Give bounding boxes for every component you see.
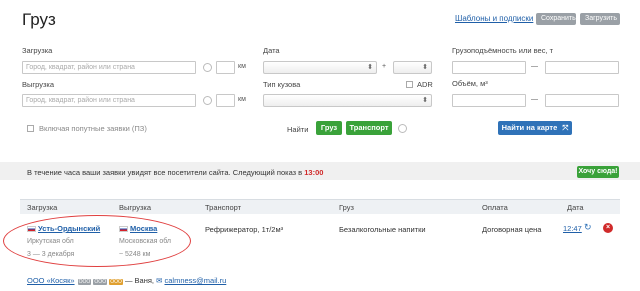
volume-dash: — [531,96,538,103]
volume-min-input[interactable] [452,94,526,107]
templates-link[interactable]: Шаблоны и подписки [455,14,533,23]
col-transport[interactable]: Транспорт [205,203,241,212]
reset-icon[interactable] [398,124,407,133]
date-label: Дата [263,46,280,55]
unloading-unit: км [238,96,246,103]
mail-icon: ✉ [156,276,163,285]
capacity-min-input[interactable] [452,61,526,74]
capacity-max-input[interactable] [545,61,619,74]
date-range-select[interactable] [393,61,432,74]
badge: ООО [93,279,108,285]
banner-time: 13:00 [304,168,324,177]
banner-text: В течение часа ваши заявки увидят все по… [27,168,303,177]
company-link[interactable]: ООО «Косяк» [27,276,75,285]
email-link[interactable]: calmness@mail.ru [164,276,226,285]
date-select[interactable] [263,61,377,74]
russia-flag-icon [119,226,128,233]
clock-icon [203,96,212,105]
cargo-cell: Безалкогольные напитки [339,225,426,234]
find-label: Найти [287,125,309,134]
include-partial-checkbox[interactable] [27,125,34,132]
payment-cell: Договорная цена [482,225,542,234]
capacity-label: Грузоподъёмность или вес, т [452,46,554,55]
distance: ~ 5248 км [119,251,151,258]
find-transport-button[interactable]: Транспорт [346,121,392,135]
unloading-input[interactable]: Город, квадрат, район или страна [22,94,196,107]
to-city-link[interactable]: Москва [130,224,157,233]
russia-flag-icon [27,226,36,233]
volume-max-input[interactable] [545,94,619,107]
map-search-label: Найти на карте [501,123,558,132]
body-type-select[interactable] [263,94,432,107]
adr-checkbox[interactable] [406,81,413,88]
refresh-icon[interactable]: ↻ [584,222,592,233]
col-loading[interactable]: Загрузка [27,203,57,212]
date-plus: + [382,63,387,70]
from-region: Иркутская обл [27,238,74,245]
unloading-radius-input[interactable] [216,94,235,107]
from-city-link[interactable]: Усть-Ордынский [38,224,100,233]
capacity-dash: — [531,63,538,70]
expand-icon: ⤧ [562,123,569,132]
col-payment[interactable]: Оплата [482,203,508,212]
unloading-label: Выгрузка [22,80,55,89]
loading-unit: км [238,63,246,70]
from-city-wrap: Усть-Ордынский [27,224,100,233]
page-title: Груз [22,10,56,29]
body-type-label: Тип кузова [263,80,301,89]
to-region: Московская обл [119,238,171,245]
include-partial-label: Включая попутные заявки (ПЗ) [39,124,147,133]
banner-text-wrap: В течение часа ваши заявки увидят все по… [27,168,323,177]
volume-label: Объём, м³ [452,79,488,88]
load-dates: 3 — 3 декабря [27,251,75,258]
col-date[interactable]: Дата [567,203,584,212]
contact-name: — Ваня, [124,276,154,285]
footer-line: ООО «Косяк» ООО ООО ООО — Ваня, ✉ calmne… [27,276,226,285]
clock-icon [203,63,212,72]
map-search-button[interactable]: Найти на карте ⤧ [498,121,572,135]
row-time-link[interactable]: 12:47 [563,224,582,233]
transport-cell: Рефрижератор, 1т/2м³ [205,225,284,234]
find-cargo-button[interactable]: Груз [316,121,342,135]
table-header [20,199,620,214]
delete-icon[interactable]: × [603,223,613,233]
load-button[interactable]: Загрузить [580,13,620,25]
loading-label: Загрузка [22,46,53,55]
badge: ООО [109,279,123,285]
want-here-button[interactable]: Хочу сюда! [577,166,619,178]
col-cargo[interactable]: Груз [339,203,354,212]
to-city-wrap: Москва [119,224,157,233]
save-button[interactable]: Сохранить [536,13,576,25]
badge: ООО [77,279,92,285]
loading-input[interactable]: Город, квадрат, район или страна [22,61,196,74]
col-unloading[interactable]: Выгрузка [119,203,151,212]
adr-label: ADR [417,80,433,89]
loading-radius-input[interactable] [216,61,235,74]
